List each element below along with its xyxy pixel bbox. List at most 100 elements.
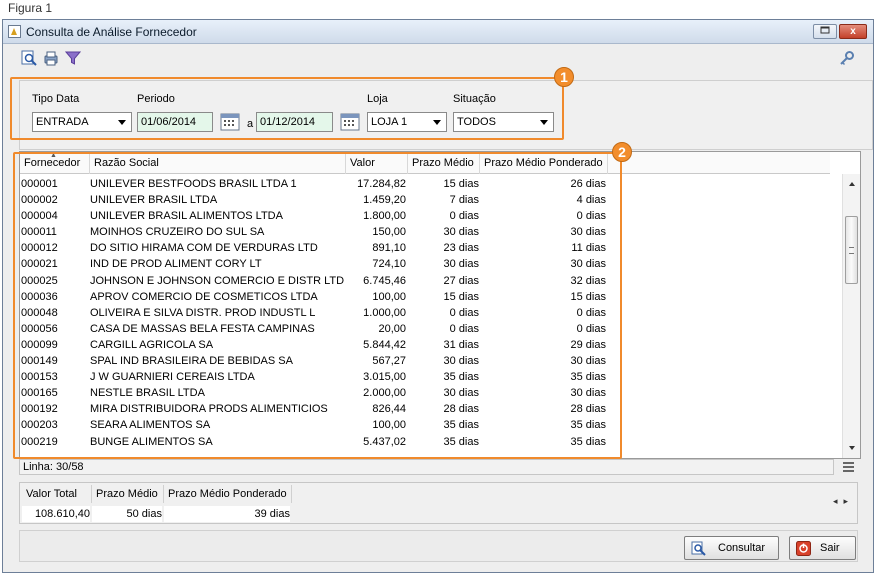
cell-valor: 1.459,20: [363, 194, 406, 207]
tipo-data-label: Tipo Data: [32, 93, 80, 105]
cell-razao-social: CARGILL AGRICOLA SA: [90, 338, 214, 351]
chevron-down-icon: [540, 120, 548, 125]
restore-button[interactable]: [813, 24, 837, 39]
cell-razao-social: DO SITIO HIRAMA COM DE VERDURAS LTD: [90, 242, 318, 255]
cell-fornecedor: 000021: [21, 258, 58, 271]
cell-fornecedor: 000025: [21, 274, 58, 287]
column-header-prazo-medio[interactable]: Prazo Médio: [408, 152, 480, 174]
cell-prazo-ponderado: 35 dias: [570, 435, 606, 448]
table-row[interactable]: 000099 CARGILL AGRICOLA SA 5.844,42 31 dias…: [20, 337, 608, 353]
cell-valor: 100,00: [372, 419, 406, 432]
column-header-prazo-medio-ponderado[interactable]: Prazo Médio Ponderado: [480, 152, 608, 174]
table-row[interactable]: 000025 JOHNSON E JOHNSON COMERCIO E DISTR…: [20, 273, 608, 289]
table-row[interactable]: 000149 SPAL IND BRASILEIRA DE BEBIDAS SA 5…: [20, 353, 608, 369]
cell-prazo-medio: 30 dias: [443, 258, 479, 271]
column-header-razao-social[interactable]: Razão Social: [90, 152, 346, 174]
loja-select[interactable]: LOJA 1: [367, 112, 447, 132]
column-header-valor[interactable]: Valor: [346, 152, 408, 174]
table-row[interactable]: 000165 NESTLE BRASIL LTDA 2.000,00 30 dias 3…: [20, 385, 608, 401]
cell-prazo-ponderado: 35 dias: [570, 371, 606, 384]
cell-razao-social: SPAL IND BRASILEIRA DE BEBIDAS SA: [90, 355, 293, 368]
cell-fornecedor: 000099: [21, 338, 58, 351]
table-row[interactable]: 000002 UNILEVER BRASIL LTDA 1.459,20 7 dias…: [20, 192, 608, 208]
calendar-icon[interactable]: [219, 112, 241, 132]
menu-icon[interactable]: [843, 462, 854, 472]
vertical-scrollbar[interactable]: [842, 174, 860, 458]
cell-prazo-ponderado: 29 dias: [570, 338, 606, 351]
filter-panel: Tipo Data ENTRADA Periodo 01/06/2014 a 0…: [19, 80, 873, 150]
table-row[interactable]: 000219 BUNGE ALIMENTOS SA 5.437,02 35 dias 3…: [20, 434, 608, 450]
date-end-field[interactable]: 01/12/2014: [256, 112, 333, 132]
filter-icon[interactable]: [65, 50, 81, 66]
column-header-fornecedor[interactable]: ▲ Fornecedor: [20, 152, 90, 174]
table-row[interactable]: 000012 DO SITIO HIRAMA COM DE VERDURAS LT…: [20, 240, 608, 256]
sair-icon: [796, 541, 811, 556]
cell-fornecedor: 000153: [21, 371, 58, 384]
callout-badge-1: 1: [554, 67, 574, 87]
cell-prazo-medio: 30 dias: [443, 387, 479, 400]
calendar-icon[interactable]: [339, 112, 361, 132]
scroll-up-icon[interactable]: [849, 182, 855, 186]
horizontal-scroll-arrows[interactable]: ◂▸: [833, 496, 854, 507]
cell-fornecedor: 000149: [21, 355, 58, 368]
table-row[interactable]: 000011 MOINHOS CRUZEIRO DO SUL SA 150,00 30…: [20, 224, 608, 240]
loja-value: LOJA 1: [371, 116, 408, 128]
cell-fornecedor: 000012: [21, 242, 58, 255]
cell-prazo-ponderado: 15 dias: [570, 290, 606, 303]
scroll-down-icon[interactable]: [849, 446, 855, 450]
tipo-data-select[interactable]: ENTRADA: [32, 112, 132, 132]
table-row[interactable]: 000036 APROV COMERCIO DE COSMETICOS LTDA 1…: [20, 289, 608, 305]
close-button[interactable]: x: [839, 24, 867, 39]
cell-prazo-ponderado: 35 dias: [570, 419, 606, 432]
cell-prazo-medio: 31 dias: [443, 338, 479, 351]
cell-valor: 6.745,46: [363, 274, 406, 287]
chevron-down-icon: [118, 120, 126, 125]
window-title: Consulta de Análise Fornecedor: [26, 25, 197, 39]
cell-razao-social: BUNGE ALIMENTOS SA: [90, 435, 213, 448]
cell-razao-social: OLIVEIRA E SILVA DISTR. PROD INDUSTL L: [90, 306, 316, 319]
cell-valor: 1.800,00: [363, 210, 406, 223]
cell-fornecedor: 000165: [21, 387, 58, 400]
cell-valor: 5.844,42: [363, 338, 406, 351]
cell-prazo-ponderado: 0 dias: [576, 322, 606, 335]
title-bar: Consulta de Análise Fornecedor x: [3, 20, 873, 44]
date-start-field[interactable]: 01/06/2014: [137, 112, 213, 132]
table-row[interactable]: 000004 UNILEVER BRASIL ALIMENTOS LTDA 1.80…: [20, 208, 608, 224]
consultar-label: Consultar: [718, 542, 766, 554]
cell-razao-social: UNILEVER BRASIL ALIMENTOS LTDA: [90, 210, 283, 223]
cell-prazo-ponderado: 32 dias: [570, 274, 606, 287]
cell-prazo-medio: 27 dias: [443, 274, 479, 287]
toolbar: [3, 45, 873, 71]
cell-razao-social: UNILEVER BESTFOODS BRASIL LTDA 1: [90, 178, 297, 190]
sair-button[interactable]: Sair: [789, 536, 856, 560]
cell-valor: 2.000,00: [363, 387, 406, 400]
table-row[interactable]: 000048 OLIVEIRA E SILVA DISTR. PROD INDUS…: [20, 305, 608, 321]
cell-razao-social: SEARA ALIMENTOS SA: [90, 419, 211, 432]
cell-fornecedor: 000048: [21, 306, 58, 319]
cell-valor: 17.284,82: [357, 178, 406, 190]
preview-icon[interactable]: [21, 50, 37, 66]
cell-prazo-ponderado: 4 dias: [576, 194, 606, 207]
table-row[interactable]: 000153 J W GUARNIERI CEREAIS LTDA 3.015,00…: [20, 369, 608, 385]
table-row[interactable]: 000001 UNILEVER BESTFOODS BRASIL LTDA 1 17…: [20, 176, 608, 192]
cell-razao-social: APROV COMERCIO DE COSMETICOS LTDA: [90, 290, 318, 303]
cell-prazo-ponderado: 0 dias: [576, 306, 606, 319]
consultar-button[interactable]: Consultar: [684, 536, 779, 560]
table-row[interactable]: 000021 IND DE PROD ALIMENT CORY LT 724,10 3…: [20, 256, 608, 272]
situacao-select[interactable]: TODOS: [453, 112, 554, 132]
summary-header-valor-total: Valor Total: [22, 485, 92, 503]
table-row[interactable]: 000192 MIRA DISTRIBUIDORA PRODS ALIMENTIC…: [20, 401, 608, 417]
grip-icon: [849, 247, 854, 254]
print-icon[interactable]: [43, 50, 59, 66]
cell-valor: 20,00: [378, 322, 406, 335]
app-icon: [8, 25, 21, 38]
callout-badge-2: 2: [612, 142, 632, 162]
key-icon[interactable]: [839, 50, 855, 66]
scroll-thumb[interactable]: [845, 216, 858, 284]
cell-prazo-medio: 35 dias: [443, 371, 479, 384]
cell-razao-social: MOINHOS CRUZEIRO DO SUL SA: [90, 226, 265, 239]
table-row[interactable]: 000203 SEARA ALIMENTOS SA 100,00 35 dias 35 …: [20, 417, 608, 433]
table-row[interactable]: 000056 CASA DE MASSAS BELA FESTA CAMPINAS…: [20, 321, 608, 337]
cell-razao-social: UNILEVER BRASIL LTDA: [90, 194, 218, 207]
supplier-grid: ▲ Fornecedor Razão Social Valor Prazo Mé…: [19, 151, 861, 459]
